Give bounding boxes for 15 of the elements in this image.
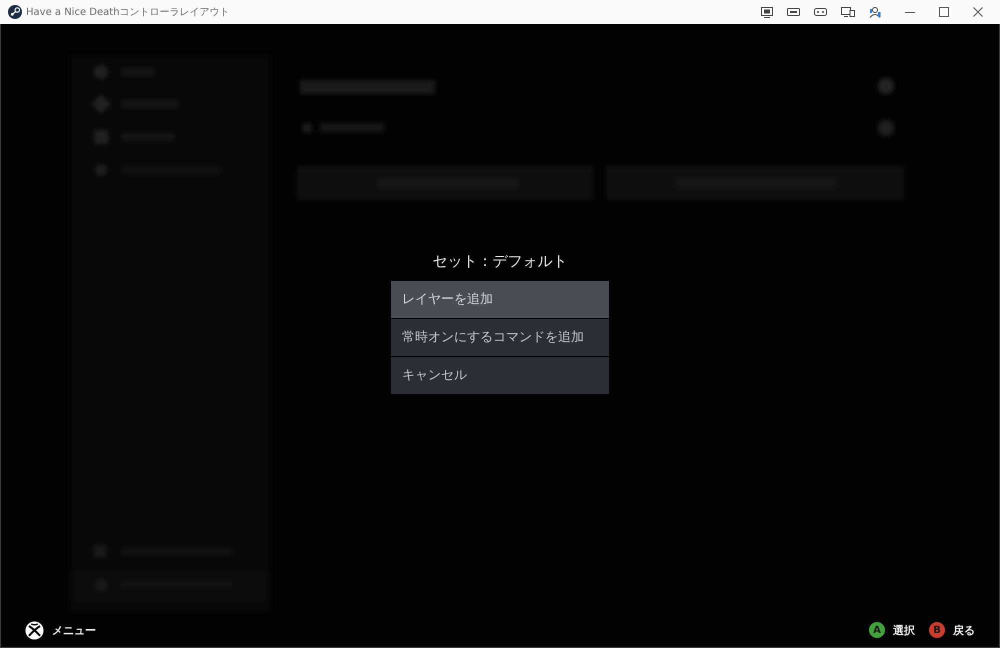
footer-hint-button[interactable]: A 選択: [869, 622, 915, 638]
maximize-icon[interactable]: [939, 7, 949, 17]
app-logo-icon: [8, 5, 22, 19]
headset-user-icon[interactable]: [869, 6, 881, 18]
controller-button-glyph: B: [929, 622, 945, 638]
menu-hint-button[interactable]: メニュー: [25, 620, 96, 640]
gamepad-icon[interactable]: [814, 8, 827, 16]
footer-hint-button[interactable]: B 戻る: [929, 622, 975, 638]
x-sphere-logo-icon: [25, 620, 44, 640]
window-title: Have a Nice Deathコントローラレイアウト: [26, 6, 230, 19]
keyboard-icon[interactable]: [787, 8, 800, 16]
controller-button-glyph: A: [869, 622, 885, 638]
close-icon[interactable]: [973, 7, 983, 17]
screens-icon[interactable]: [841, 7, 855, 17]
monitor-icon[interactable]: [761, 6, 773, 18]
